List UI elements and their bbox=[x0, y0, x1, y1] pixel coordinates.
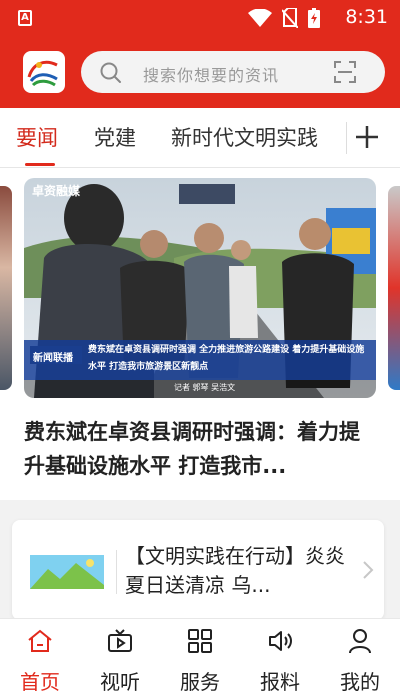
article-title[interactable]: 【文明实践在行动】炎炎夏日送清凉 乌... bbox=[125, 542, 351, 600]
nav-report[interactable]: 报料 bbox=[240, 619, 320, 700]
thumbnail-divider bbox=[116, 550, 117, 594]
tab-divider bbox=[346, 122, 347, 154]
headline-carousel: 卓资融媒 新闻联播 费东斌在卓资县调研时强调 全力推进旅游公路建设 着力提升基础… bbox=[0, 168, 400, 500]
scan-icon[interactable] bbox=[333, 60, 357, 84]
search-placeholder: 搜索你想要的资讯 bbox=[143, 66, 280, 85]
hero-news-image[interactable]: 卓资融媒 新闻联播 费东斌在卓资县调研时强调 全力推进旅游公路建设 着力提升基础… bbox=[24, 178, 376, 398]
nav-profile-label: 我的 bbox=[340, 670, 380, 694]
status-time: 8:31 bbox=[345, 6, 388, 28]
nav-profile[interactable]: 我的 bbox=[320, 619, 400, 700]
no-sim-icon bbox=[282, 8, 298, 28]
carousel-next-slide[interactable] bbox=[388, 186, 400, 390]
active-tab-indicator bbox=[25, 163, 55, 166]
nav-video-label: 视听 bbox=[100, 670, 140, 694]
hero-image-caption: 费东斌在卓资县调研时强调 全力推进旅游公路建设 着力提升基础设施水平 打造我市旅… bbox=[88, 345, 365, 372]
chevron-right-icon[interactable] bbox=[362, 560, 374, 580]
nav-services-label: 服务 bbox=[180, 670, 220, 694]
notification-app-icon: A bbox=[18, 10, 32, 26]
app-header: A 8:31 搜索你想要的资讯 bbox=[0, 0, 400, 108]
hero-headline[interactable]: 费东斌在卓资县调研时强调：着力提升基础设施水平 打造我市... bbox=[24, 415, 374, 483]
nav-report-label: 报料 bbox=[260, 670, 300, 694]
hero-image-badge: 新闻联播 bbox=[33, 353, 73, 364]
nav-video[interactable]: 视听 bbox=[80, 619, 160, 700]
wifi-icon bbox=[248, 9, 272, 27]
carousel-prev-slide[interactable] bbox=[0, 186, 12, 390]
grid-icon bbox=[188, 629, 212, 653]
search-icon bbox=[100, 62, 121, 83]
search-input[interactable]: 搜索你想要的资讯 bbox=[81, 51, 385, 93]
nav-home-label: 首页 bbox=[20, 670, 60, 694]
logo-emblem-icon bbox=[27, 60, 58, 87]
hero-overlay-logo: 卓资融媒 bbox=[32, 184, 81, 198]
battery-icon bbox=[308, 8, 320, 28]
app-logo[interactable] bbox=[23, 51, 65, 93]
nav-home[interactable]: 首页 bbox=[0, 619, 80, 700]
speaker-icon bbox=[269, 631, 292, 651]
tab-party-building[interactable]: 党建 bbox=[94, 122, 136, 152]
user-icon bbox=[349, 629, 371, 654]
bottom-navigation: 首页 视听 服务 报料 我的 bbox=[0, 618, 400, 700]
add-channel-button[interactable] bbox=[352, 120, 382, 154]
video-icon bbox=[108, 629, 132, 652]
channel-tabs: 要闻 党建 新时代文明实践 bbox=[0, 108, 400, 168]
tab-civilization-practice[interactable]: 新时代文明实践 bbox=[171, 122, 318, 152]
status-icons bbox=[248, 8, 320, 28]
landscape-image-icon bbox=[30, 555, 104, 589]
tab-headlines[interactable]: 要闻 bbox=[16, 122, 58, 152]
hero-image-credit: 记者 郭琴 吴浩文 bbox=[174, 383, 236, 392]
status-bar: A 8:31 bbox=[0, 0, 400, 36]
home-icon bbox=[28, 629, 52, 652]
plus-icon bbox=[356, 126, 378, 148]
nav-services[interactable]: 服务 bbox=[160, 619, 240, 700]
article-card[interactable]: 【文明实践在行动】炎炎夏日送清凉 乌... bbox=[12, 520, 384, 620]
